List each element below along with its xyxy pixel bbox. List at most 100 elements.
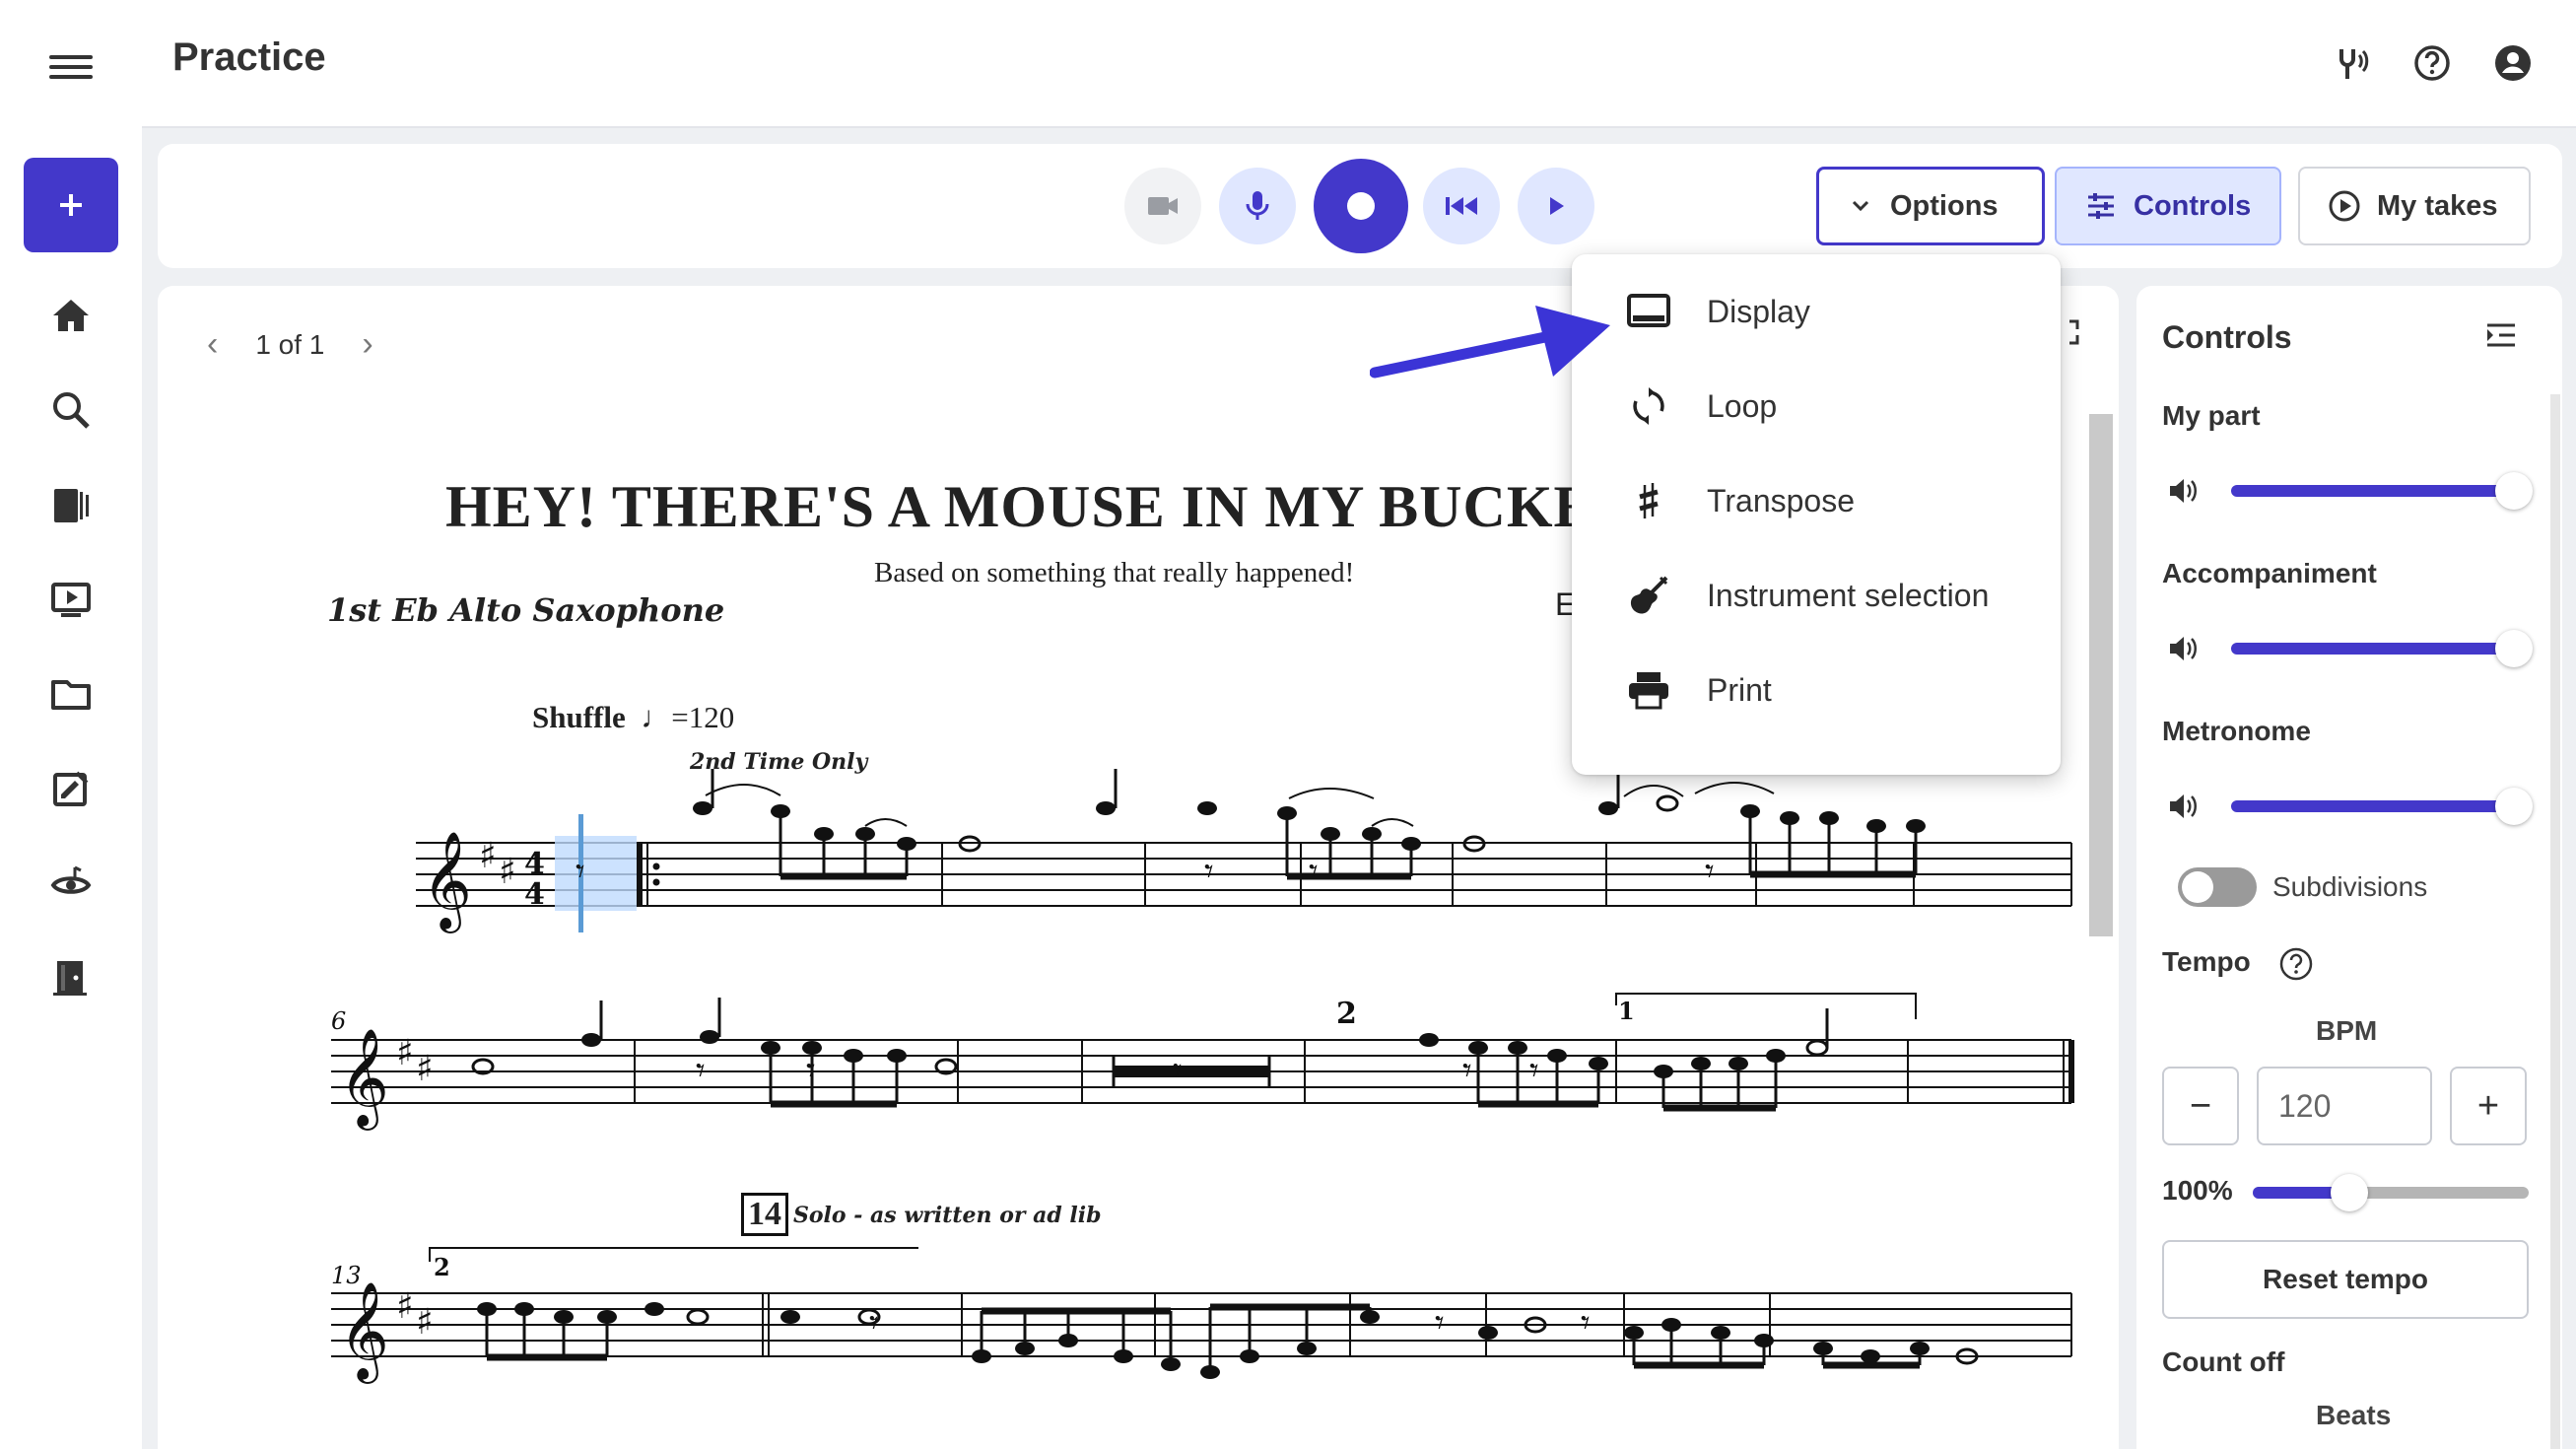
bpm-decrement-button[interactable]: −: [2162, 1067, 2239, 1145]
printer-icon: [1625, 666, 1672, 714]
camera-button[interactable]: [1124, 168, 1201, 244]
slider-thumb[interactable]: [2495, 630, 2533, 667]
record-icon: [1347, 192, 1375, 220]
menu-item-print[interactable]: Print: [1572, 643, 2061, 737]
menu-item-display[interactable]: Display: [1572, 264, 2061, 359]
account-icon[interactable]: [2489, 39, 2537, 87]
menu-item-instrument-selection[interactable]: Instrument selection: [1572, 548, 2061, 643]
svg-text:♯: ♯: [479, 836, 496, 876]
svg-text:♯: ♯: [416, 1302, 433, 1343]
menu-item-transpose[interactable]: Transpose: [1572, 453, 2061, 548]
play-button[interactable]: [1518, 168, 1594, 244]
my-takes-button[interactable]: My takes: [2298, 167, 2531, 245]
skip-to-start-icon: [1446, 197, 1477, 215]
home-icon[interactable]: [45, 290, 97, 341]
folder-icon[interactable]: [45, 668, 97, 720]
sharp-icon: [1625, 477, 1672, 524]
plus-icon: [60, 194, 82, 216]
slider-thumb[interactable]: [2495, 788, 2533, 825]
my-part-slider[interactable]: [2162, 471, 2533, 511]
my-part-label: My part: [2162, 400, 2261, 431]
menu-icon[interactable]: [49, 49, 93, 93]
svg-text:𝄾: 𝄾: [806, 1051, 816, 1091]
exit-icon[interactable]: [45, 952, 97, 1003]
practice-toolbar: Options Controls My takes: [158, 144, 2562, 268]
subdivisions-toggle[interactable]: [2178, 867, 2257, 907]
record-button[interactable]: [1314, 159, 1408, 253]
svg-text:𝄾: 𝄾: [1529, 1051, 1539, 1091]
metronome-slider[interactable]: [2162, 787, 2533, 826]
svg-text:𝄾: 𝄾: [1309, 852, 1319, 892]
controls-label: Controls: [2134, 189, 2252, 222]
playback-highlight: [555, 836, 637, 911]
display-icon: [1625, 288, 1672, 335]
volume-icon: [2170, 479, 2197, 503]
menu-item-loop[interactable]: Loop: [1572, 359, 2061, 453]
svg-text:𝄾: 𝄾: [1462, 1051, 1472, 1091]
library-icon[interactable]: [45, 479, 97, 530]
ending-number: 2: [434, 1253, 450, 1281]
volume-icon: [2170, 794, 2197, 818]
loop-icon: [1625, 382, 1672, 430]
volume-icon: [2170, 637, 2197, 660]
video-lessons-icon[interactable]: [45, 574, 97, 625]
left-nav: [0, 126, 142, 1449]
accompaniment-slider[interactable]: [2162, 629, 2533, 668]
volume-track: [2231, 800, 2515, 812]
bpm-increment-button[interactable]: +: [2450, 1067, 2527, 1145]
new-button[interactable]: [24, 158, 118, 252]
panel-scrollbar[interactable]: [2550, 394, 2560, 1449]
my-takes-label: My takes: [2377, 189, 2498, 222]
treble-clef: 𝄞: [422, 831, 472, 933]
assignments-icon[interactable]: [45, 763, 97, 814]
svg-text:𝄾: 𝄾: [576, 852, 585, 892]
svg-text:𝄾: 𝄾: [1705, 852, 1715, 892]
svg-text:♯: ♯: [499, 852, 515, 892]
top-bar: Practice: [0, 0, 2576, 128]
sliders-icon: [2088, 193, 2114, 219]
time-sig-top: 4: [524, 847, 545, 881]
annotation-arrow: [1370, 306, 1610, 379]
microphone-icon: [1246, 191, 1269, 220]
page-title: Practice: [172, 35, 326, 79]
help-icon[interactable]: [2408, 39, 2456, 87]
measure-number: 13: [331, 1262, 362, 1289]
svg-text:𝄾: 𝄾: [696, 1051, 706, 1091]
play-circle-icon: [2329, 190, 2360, 222]
collapse-panel-icon[interactable]: [2481, 315, 2527, 361]
reset-tempo-button[interactable]: Reset tempo: [2162, 1240, 2529, 1319]
svg-text:𝄾: 𝄾: [1581, 1303, 1591, 1344]
chevron-down-icon: [1852, 200, 1869, 212]
staff-system-3: [331, 1292, 2072, 1357]
beats-label: Beats: [2316, 1400, 2392, 1430]
microphone-button[interactable]: [1219, 168, 1296, 244]
treble-clef: 𝄞: [339, 1281, 389, 1384]
tempo-slider[interactable]: [2253, 1173, 2529, 1212]
svg-text:𝄾: 𝄾: [1435, 1303, 1445, 1344]
bpm-input[interactable]: 120: [2257, 1067, 2432, 1145]
multirest-count: 2: [1336, 997, 1357, 1031]
time-sig-bottom: 4: [524, 877, 545, 912]
guitar-icon: [1625, 572, 1672, 619]
options-label: Options: [1890, 189, 1999, 222]
volume-track: [2231, 643, 2515, 655]
svg-text:♯: ♯: [396, 1033, 413, 1073]
tuner-icon[interactable]: [2328, 39, 2375, 87]
count-off-label: Count off: [2162, 1346, 2285, 1377]
tempo-help-icon[interactable]: [2278, 946, 2314, 982]
tempo-percent: 100%: [2162, 1175, 2233, 1206]
search-icon[interactable]: [45, 384, 97, 436]
svg-text:♯: ♯: [416, 1049, 433, 1089]
slider-thumb[interactable]: [2495, 472, 2533, 510]
options-button[interactable]: Options: [1816, 167, 2045, 245]
rewind-button[interactable]: [1423, 168, 1500, 244]
metronome-label: Metronome: [2162, 716, 2311, 746]
ending-number: 1: [1618, 997, 1635, 1025]
svg-text:𝄾: 𝄾: [869, 1303, 879, 1344]
ear-training-icon[interactable]: [45, 858, 97, 909]
options-menu: Display Loop Transpose Instrument select…: [1572, 254, 2061, 775]
slider-thumb[interactable]: [2331, 1174, 2368, 1211]
controls-button[interactable]: Controls: [2055, 167, 2281, 245]
svg-text:♯: ♯: [396, 1286, 413, 1327]
measure-number: 6: [331, 1007, 346, 1035]
